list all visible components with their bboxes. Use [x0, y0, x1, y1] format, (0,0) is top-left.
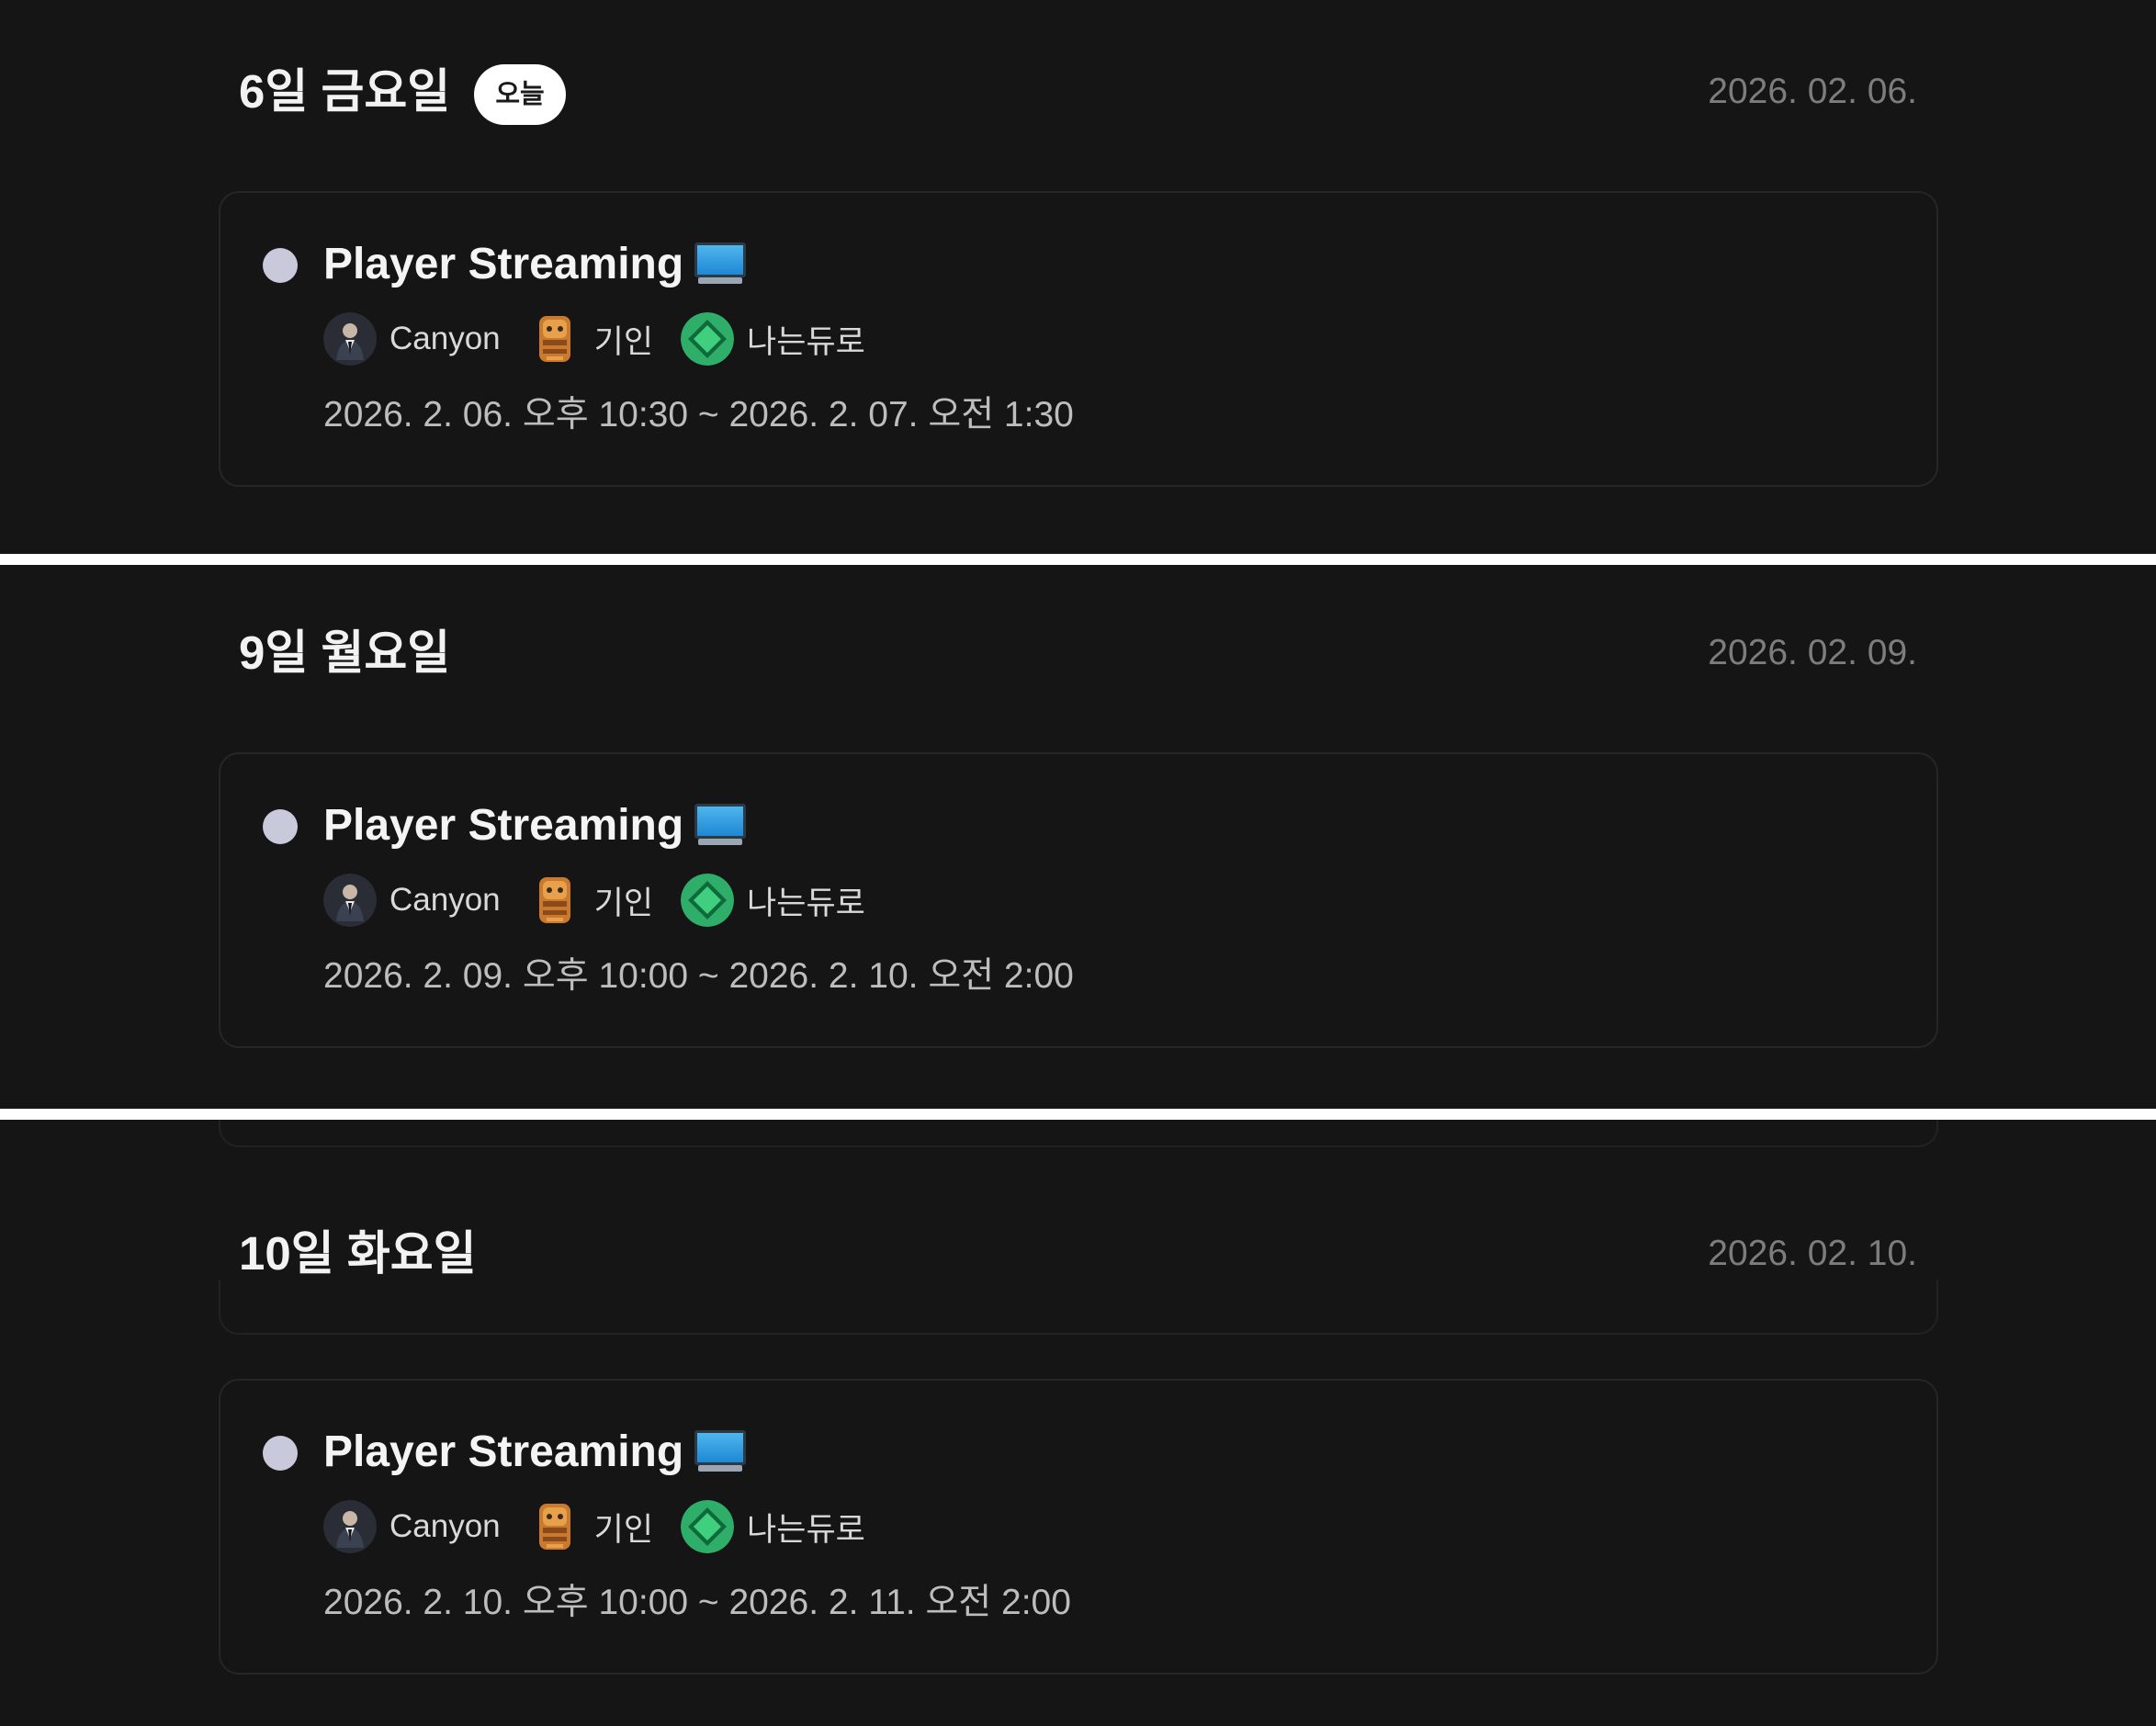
- event-time: 2026. 2. 10. 오후 10:00 ~ 2026. 2. 11. 오전 …: [323, 1583, 1071, 1622]
- day-panel-0: 6일 금요일 오늘 2026. 02. 06. Player Streaming…: [0, 0, 2156, 554]
- participant-name: 기인: [593, 1511, 654, 1548]
- participant-name: 나는듀로: [747, 323, 865, 360]
- participant-kiin[interactable]: 기인: [528, 1500, 653, 1553]
- event-card[interactable]: Player Streaming Canyon 기인 나는듀로 2026. 2.…: [219, 191, 1938, 487]
- kiin-avatar: [528, 874, 581, 927]
- day-date: 2026. 02. 06.: [1708, 72, 1917, 111]
- canyon-avatar: [323, 1500, 377, 1553]
- day-header: 6일 금요일 오늘 2026. 02. 06.: [239, 55, 1917, 129]
- green-diamond-avatar: [681, 312, 734, 366]
- monitor-icon: [694, 243, 747, 285]
- status-dot: [263, 1436, 298, 1471]
- event-title: Player Streaming: [323, 1427, 684, 1476]
- day-header: 9일 월요일 2026. 02. 09.: [239, 616, 1917, 690]
- monitor-icon: [694, 1430, 747, 1472]
- participant-list: Canyon 기인 나는듀로: [323, 309, 893, 369]
- event-title: Player Streaming: [323, 800, 684, 850]
- event-title-row: Player Streaming: [323, 231, 747, 296]
- participant-canyon[interactable]: Canyon: [323, 874, 501, 927]
- kiin-avatar: [528, 312, 581, 366]
- participant-canyon[interactable]: Canyon: [323, 312, 501, 366]
- kiin-avatar: [528, 1500, 581, 1553]
- event-time: 2026. 2. 09. 오후 10:00 ~ 2026. 2. 10. 오전 …: [323, 956, 1074, 996]
- participant-name: Canyon: [389, 882, 501, 918]
- canyon-avatar: [323, 312, 377, 366]
- participant-kiin[interactable]: 기인: [528, 312, 653, 366]
- participant-name: 기인: [593, 323, 654, 360]
- day-panel-2: 10일 화요일 2026. 02. 10. Player Streaming C…: [0, 1120, 2156, 1726]
- event-title-row: Player Streaming: [323, 793, 747, 857]
- event-card[interactable]: Player Streaming Canyon 기인 나는듀로 2026. 2.…: [219, 752, 1938, 1048]
- participant-name: 나는듀로: [747, 1511, 865, 1548]
- participant-list: Canyon 기인 나는듀로: [323, 870, 893, 931]
- participant-duro[interactable]: 나는듀로: [681, 312, 865, 366]
- header-divider: [219, 1280, 1938, 1335]
- participant-name: Canyon: [389, 1508, 501, 1544]
- event-time: 2026. 2. 06. 오후 10:30 ~ 2026. 2. 07. 오전 …: [323, 395, 1074, 434]
- event-title-row: Player Streaming: [323, 1419, 747, 1483]
- day-date: 2026. 02. 09.: [1708, 633, 1917, 672]
- monitor-icon: [694, 804, 747, 846]
- participant-duro[interactable]: 나는듀로: [681, 1500, 865, 1553]
- status-dot: [263, 809, 298, 844]
- green-diamond-avatar: [681, 1500, 734, 1553]
- previous-card-edge: [219, 1120, 1938, 1147]
- event-card[interactable]: Player Streaming Canyon 기인 나는듀로 2026. 2.…: [219, 1379, 1938, 1675]
- participant-name: 나는듀로: [747, 885, 865, 921]
- canyon-avatar: [323, 874, 377, 927]
- participant-name: Canyon: [389, 321, 501, 356]
- participant-name: 기인: [593, 885, 654, 921]
- participant-kiin[interactable]: 기인: [528, 874, 653, 927]
- day-title: 6일 금요일: [239, 65, 451, 118]
- today-badge: 오늘: [474, 64, 566, 125]
- event-title: Player Streaming: [323, 239, 684, 288]
- day-title: 9일 월요일: [239, 626, 451, 679]
- participant-duro[interactable]: 나는듀로: [681, 874, 865, 927]
- green-diamond-avatar: [681, 874, 734, 927]
- participant-canyon[interactable]: Canyon: [323, 1500, 501, 1553]
- day-panel-1: 9일 월요일 2026. 02. 09. Player Streaming Ca…: [0, 565, 2156, 1109]
- status-dot: [263, 248, 298, 283]
- participant-list: Canyon 기인 나는듀로: [323, 1496, 893, 1557]
